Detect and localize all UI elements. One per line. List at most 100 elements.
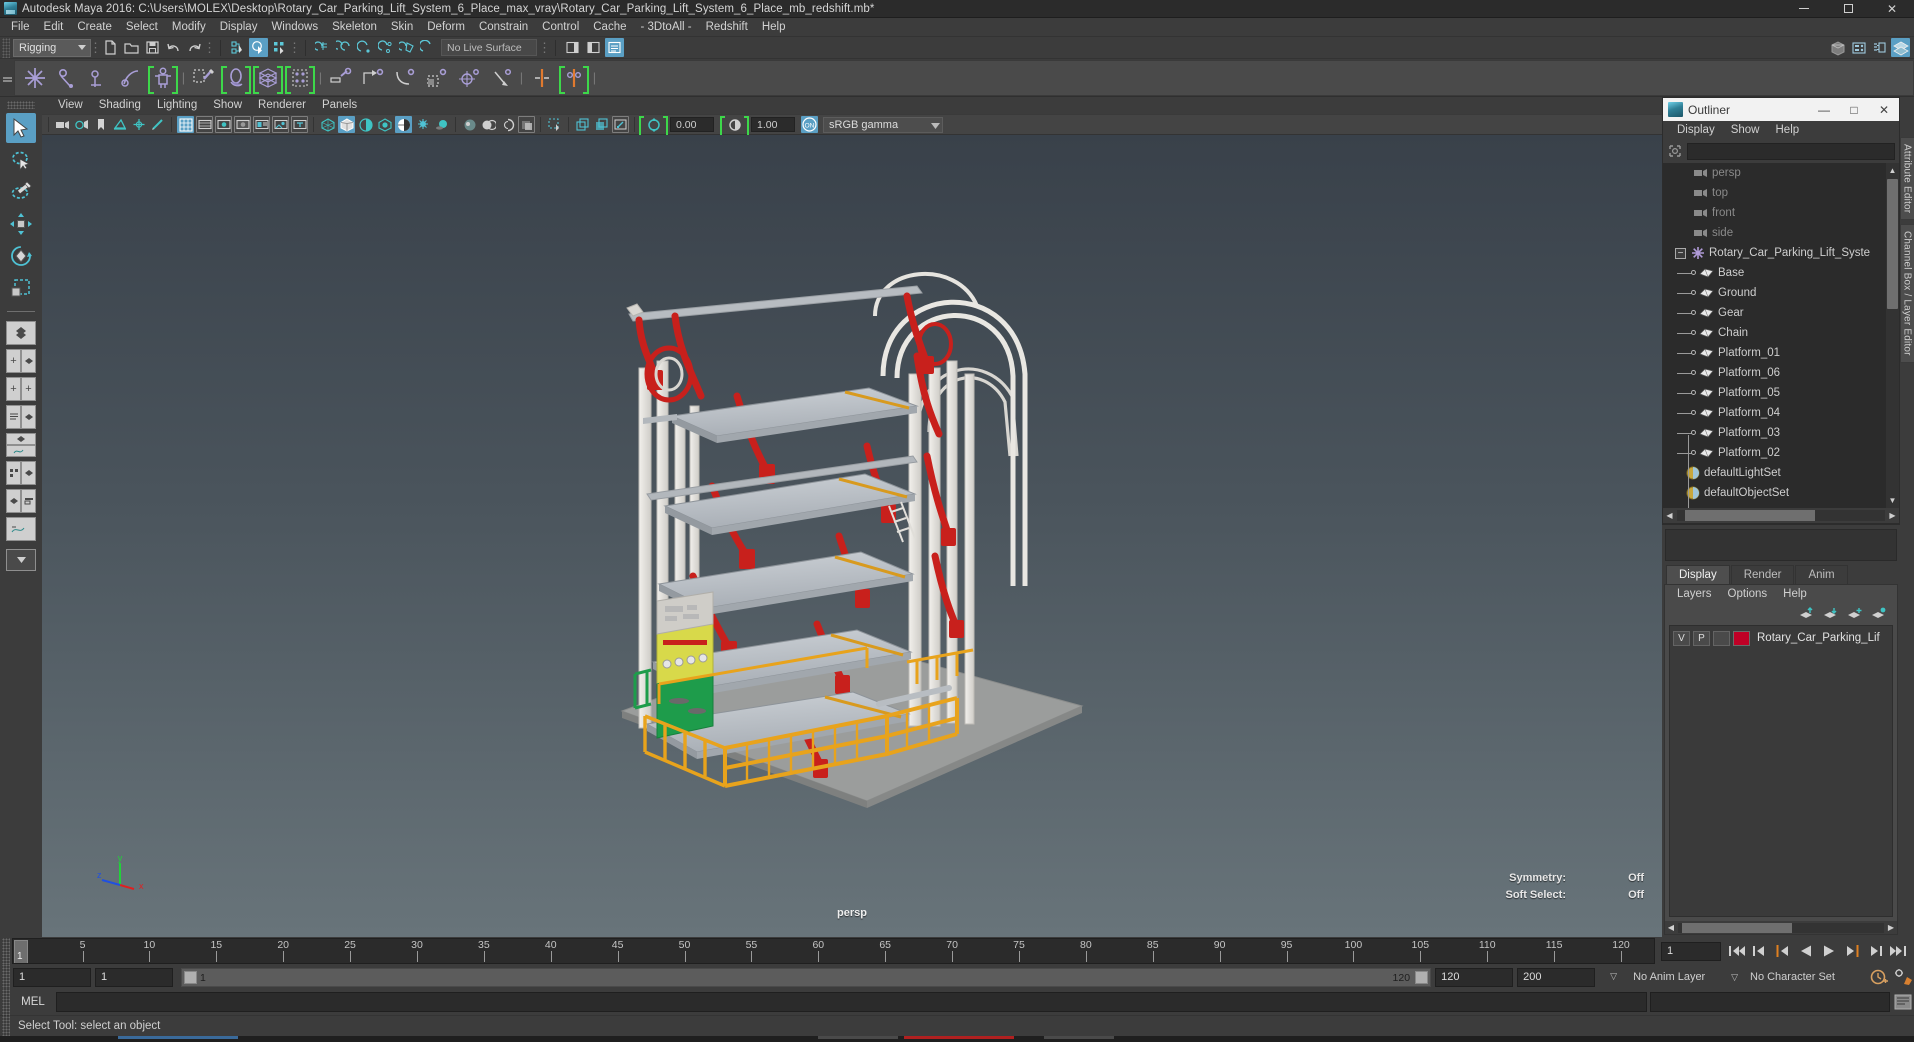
outliner-menu-help[interactable]: Help [1768,121,1808,139]
cluster-deformer-button[interactable] [285,63,315,94]
layer-visibility-toggle[interactable]: V [1673,630,1690,646]
scale-tool-button[interactable] [6,273,36,303]
menu-deform[interactable]: Deform [420,18,472,37]
viewport-menu-show[interactable]: Show [205,97,250,114]
character-set-field[interactable]: No Character Set [1742,968,1866,987]
anim-layer-field[interactable]: No Anim Layer [1625,968,1731,987]
select-by-component-button[interactable] [270,38,289,57]
show-sidebar-left-button[interactable] [563,38,582,57]
isolate-add-icon[interactable] [574,116,591,133]
play-forwards-button[interactable] [1819,941,1839,961]
color-management-toggle[interactable]: ON [801,116,818,133]
play-backwards-button[interactable] [1796,941,1816,961]
render-settings-button[interactable] [1849,38,1868,57]
current-time-indicator[interactable]: 1 [14,940,28,963]
camera-attributes-icon[interactable] [73,116,90,133]
viewport-menu-panels[interactable]: Panels [314,97,365,114]
two-view-layout[interactable]: + + [6,377,36,401]
bookmark-icon[interactable] [92,116,109,133]
viewport-menu-view[interactable]: View [50,97,91,114]
new-layer-icon[interactable] [1847,606,1863,620]
scale-constraint-button[interactable] [422,63,452,93]
layer-playback-toggle[interactable]: P [1693,630,1710,646]
layer-hscroll-thumb[interactable] [1682,922,1792,933]
outliner-item-platform-01[interactable]: Platform_01 [1663,343,1899,363]
close-button[interactable]: ✕ [1870,0,1914,18]
snap-to-projected-center-button[interactable] [376,38,395,57]
menu-help[interactable]: Help [755,18,793,37]
layer-row[interactable]: V P Rotary_Car_Parking_Lif [1673,629,1889,647]
outliner-search-input[interactable] [1687,142,1895,160]
bind-skin-button[interactable] [148,63,178,94]
tab-channel-box-layer-editor[interactable]: Channel Box / Layer Editor [1899,224,1914,364]
ik-spline-button[interactable] [116,63,146,93]
move-tool-button[interactable] [6,209,36,239]
menu-modify[interactable]: Modify [165,18,213,37]
parent-constraint-button[interactable] [326,63,356,93]
display-layer-list[interactable]: V P Rotary_Car_Parking_Lif [1669,625,1893,917]
undo-button[interactable] [164,38,183,57]
exposure-display-icon[interactable] [272,116,289,133]
lattice-deformer-button[interactable] [253,63,283,94]
outliner-item-platform-02[interactable]: Platform_02 [1663,443,1899,463]
aim-constraint-button[interactable] [454,63,484,93]
image-plane-icon[interactable] [111,116,128,133]
menu-create[interactable]: Create [70,18,119,37]
ambient-occlusion-icon[interactable] [433,116,450,133]
outliner-item-platform-05[interactable]: Platform_05 [1663,383,1899,403]
viewport-menu-lighting[interactable]: Lighting [149,97,205,114]
outliner-persp-layout[interactable] [6,405,36,429]
outliner-vertical-scrollbar[interactable]: ▲ ▼ [1886,163,1899,508]
smooth-shade-icon[interactable] [338,116,355,133]
new-scene-button[interactable] [101,38,120,57]
graph-editor-layout[interactable] [6,517,36,541]
menu-windows[interactable]: Windows [264,18,325,37]
layer-shading-toggle[interactable] [1713,630,1730,646]
layer-menu-help[interactable]: Help [1775,585,1815,603]
command-result-field[interactable] [1650,992,1890,1012]
menu-skin[interactable]: Skin [384,18,420,37]
single-perspective-view-layout[interactable] [6,321,36,345]
script-editor-button[interactable] [1892,991,1914,1013]
menu-3dtoall[interactable]: - 3DtoAll - [634,18,699,37]
outliner-item-ground[interactable]: Ground [1663,283,1899,303]
view-transform-selector[interactable]: sRGB gamma [823,116,943,133]
collapse-expander-icon[interactable]: − [1675,247,1686,259]
hypershade-button[interactable] [1870,38,1889,57]
menu-display[interactable]: Display [213,18,265,37]
outliner-item-platform-06[interactable]: Platform_06 [1663,363,1899,383]
anim-layer-dropdown-arrow[interactable]: ▽ [1731,972,1738,983]
move-layer-up-icon[interactable] [1799,606,1815,620]
gamma-reset-icon[interactable] [726,116,743,133]
range-bar[interactable]: 1 120 [181,967,1432,987]
outliner-minimize-button[interactable]: — [1809,98,1839,121]
joint-tool-button[interactable] [20,63,50,93]
viewport-menu-renderer[interactable]: Renderer [250,97,314,114]
paint-select-tool-button[interactable] [6,177,36,207]
exposure-reset-icon[interactable] [645,116,662,133]
menu-set-selector[interactable]: Rigging [13,38,91,57]
toolbox-grip[interactable] [7,101,35,109]
hscroll-right-icon[interactable]: ▶ [1887,510,1898,521]
mirror-joint-button[interactable] [527,63,557,93]
statusline-grip[interactable] [2,37,10,58]
outliner-item-base[interactable]: Base [1663,263,1899,283]
isolate-select-icon[interactable] [546,116,563,133]
save-scene-button[interactable] [143,38,162,57]
gate-mask-icon[interactable] [234,116,251,133]
select-tool-button[interactable] [6,113,36,143]
taskbar-item-4[interactable] [1044,1036,1114,1039]
layer-hscroll-left-icon[interactable]: ◀ [1666,923,1676,933]
pole-vector-constraint-button[interactable] [486,63,516,93]
text-display-icon[interactable] [291,116,308,133]
hscroll-left-icon[interactable]: ◀ [1664,510,1675,521]
layer-menu-options[interactable]: Options [1720,585,1776,603]
taskbar-item-3[interactable] [904,1036,1014,1039]
redo-button[interactable] [185,38,204,57]
outliner-menu-show[interactable]: Show [1723,121,1768,139]
time-slider-grip[interactable] [2,938,10,964]
outliner-maximize-button[interactable]: □ [1839,98,1869,121]
taskbar-item-1[interactable] [118,1036,238,1039]
smooth-bind-button[interactable] [221,63,251,94]
range-left-handle[interactable] [184,970,197,984]
